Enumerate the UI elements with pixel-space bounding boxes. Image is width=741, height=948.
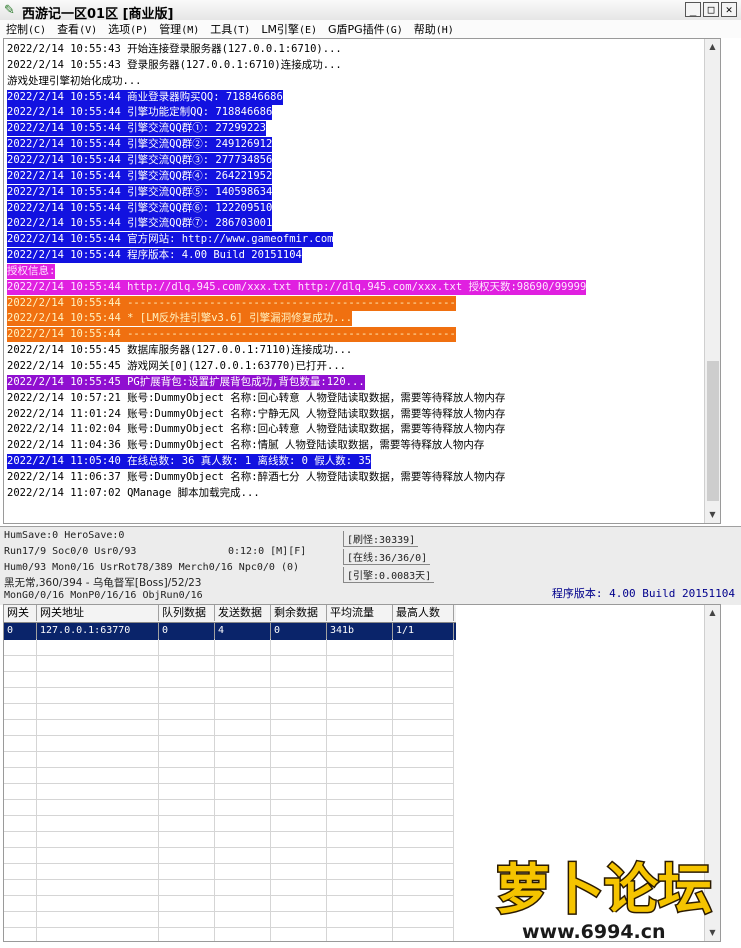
log-line: 2022/2/14 10:55:44 http://dlq.945.com/xx… bbox=[7, 279, 587, 295]
table-cell: 341b bbox=[327, 623, 393, 639]
grid-line bbox=[4, 879, 454, 880]
maximize-button[interactable]: □ bbox=[703, 2, 719, 17]
log-line: 2022/2/14 10:55:44 官方网站: http://www.game… bbox=[7, 232, 334, 248]
close-button[interactable]: ✕ bbox=[721, 2, 737, 17]
log-line: 2022/2/14 10:55:44 程序版本: 4.00 Build 2015… bbox=[7, 248, 302, 264]
status-save: HumSave:0 HeroSave:0 bbox=[4, 530, 125, 541]
grid-line bbox=[4, 847, 454, 848]
minimize-button[interactable]: _ bbox=[685, 2, 701, 17]
watermark-logo: 萝卜论坛 www.6994.cn bbox=[488, 842, 740, 944]
log-line: 2022/2/14 11:01:24 账号:DummyObject 名称:宁静无… bbox=[7, 407, 506, 420]
log-line: 2022/2/14 10:55:44 引擎交流QQ群④: 264221952 bbox=[7, 168, 273, 184]
menu-item-1[interactable]: 查看(V) bbox=[51, 21, 102, 37]
status-refresh: [刷怪:30339] bbox=[343, 531, 419, 547]
status-panel: HumSave:0 HeroSave:0 Run17/9 Soc0/0 Usr0… bbox=[0, 526, 741, 605]
log-line: 2022/2/14 10:57:21 账号:DummyObject 名称:回心转… bbox=[7, 391, 506, 404]
table-cell: 0 bbox=[159, 623, 215, 639]
menu-bar: 控制(C) 查看(V) 选项(P) 管理(M) 工具(T) LM引擎(E) G盾PG插件(G… bbox=[0, 20, 741, 38]
grid-line bbox=[4, 895, 454, 896]
table-cell: 1/1 bbox=[393, 623, 454, 639]
log-scrollbar[interactable]: ▲ ▼ bbox=[704, 39, 720, 523]
scroll-down-icon[interactable]: ▼ bbox=[705, 507, 720, 523]
grid-line bbox=[4, 863, 454, 864]
log-line: 2022/2/14 10:55:44 引擎交流QQ群⑤: 140598634 bbox=[7, 184, 273, 200]
column-header[interactable]: 网关地址 bbox=[37, 605, 159, 621]
log-line: 2022/2/14 10:55:44 * [LM反外挂引擎v3.6] 引擎漏洞修… bbox=[7, 311, 353, 327]
log-line: 2022/2/14 10:55:44 引擎交流QQ群⑦: 286703001 bbox=[7, 216, 273, 232]
status-engine: [引擎:0.0083天] bbox=[343, 567, 435, 583]
grid-line bbox=[4, 767, 454, 768]
column-header[interactable]: 最高人数 bbox=[393, 605, 454, 621]
log-line: 2022/2/14 10:55:44 引擎交流QQ群②: 249126912 bbox=[7, 137, 273, 153]
menu-item-2[interactable]: 选项(P) bbox=[102, 21, 153, 37]
scroll-thumb[interactable] bbox=[707, 361, 719, 501]
grid-line bbox=[4, 655, 454, 656]
grid-line bbox=[4, 911, 454, 912]
log-line: 游戏处理引擎初始化成功... bbox=[7, 74, 142, 87]
column-header[interactable]: 队列数据 bbox=[159, 605, 215, 621]
status-mon: MonG0/0/16 MonP0/16/16 ObjRun0/16 bbox=[4, 590, 203, 601]
log-line: 2022/2/14 10:55:43 开始连接登录服务器(127.0.0.1:6… bbox=[7, 43, 342, 55]
menu-item-4[interactable]: 工具(T) bbox=[204, 21, 255, 37]
table-row[interactable]: 0 127.0.0.1:63770 0 4 0 341b 1/1 bbox=[4, 623, 456, 640]
watermark-url: www.6994.cn bbox=[522, 921, 666, 943]
table-cell: 127.0.0.1:63770 bbox=[37, 623, 159, 639]
log-line: 2022/2/14 11:07:02 QManage 脚本加载完成... bbox=[7, 486, 260, 499]
menu-item-6[interactable]: G盾PG插件(G) bbox=[322, 21, 408, 37]
log-line: 2022/2/14 11:04:36 账号:DummyObject 名称:情腻 … bbox=[7, 439, 485, 452]
grid-line bbox=[4, 735, 454, 736]
watermark-text: 萝卜论坛 bbox=[496, 858, 712, 921]
column-header[interactable]: 剩余数据 bbox=[271, 605, 327, 621]
log-line: 2022/2/14 10:55:44 商业登录器购买QQ: 718846686 bbox=[7, 89, 283, 105]
grid-line bbox=[4, 719, 454, 720]
log-line: 2022/2/14 11:05:40 在线总数: 36 真人数: 1 离线数: … bbox=[7, 454, 372, 470]
grid-line bbox=[4, 783, 454, 784]
log-line: 2022/2/14 10:55:44 ---------------------… bbox=[7, 295, 456, 311]
menu-item-3[interactable]: 管理(M) bbox=[153, 21, 204, 37]
grid-line bbox=[4, 831, 454, 832]
scroll-up-icon[interactable]: ▲ bbox=[705, 605, 720, 621]
column-header[interactable]: 发送数据 bbox=[215, 605, 271, 621]
table-cell: 0 bbox=[4, 623, 37, 639]
table-cell: 0 bbox=[271, 623, 327, 639]
log-line: 授权信息: bbox=[7, 263, 56, 279]
log-line: 2022/2/14 10:55:44 引擎交流QQ群③: 277734856 bbox=[7, 152, 273, 168]
status-run: Run17/9 Soc0/0 Usr0/93 bbox=[4, 546, 137, 557]
grid-line bbox=[4, 799, 454, 800]
grid-line bbox=[4, 703, 454, 704]
table-header: 网关 网关地址 队列数据 发送数据 剩余数据 平均流量 最高人数 bbox=[4, 605, 456, 623]
menu-item-7[interactable]: 帮助(H) bbox=[408, 21, 459, 37]
log-line: 2022/2/14 10:55:45 游戏网关[0](127.0.0.1:637… bbox=[7, 360, 347, 372]
status-timer: 0:12:0 [M][F] bbox=[228, 546, 307, 557]
menu-item-0[interactable]: 控制(C) bbox=[0, 21, 51, 37]
version-label: 程序版本: 4.00 Build 20151104 bbox=[551, 587, 735, 600]
log-line: 2022/2/14 10:55:44 ---------------------… bbox=[7, 327, 456, 343]
app-icon: ✎ bbox=[4, 3, 15, 18]
log-line: 2022/2/14 10:55:44 引擎功能定制QQ: 718846686 bbox=[7, 105, 273, 121]
log-line: 2022/2/14 11:02:04 账号:DummyObject 名称:回心转… bbox=[7, 423, 506, 436]
grid-line bbox=[4, 815, 454, 816]
column-header[interactable]: 网关 bbox=[4, 605, 37, 621]
status-online: [在线:36/36/0] bbox=[343, 549, 431, 565]
grid-line bbox=[4, 927, 454, 928]
log-line: 2022/2/14 10:55:45 PG扩展背包:设置扩展背包成功,背包数量:… bbox=[7, 374, 365, 390]
grid-line bbox=[4, 751, 454, 752]
log-panel[interactable]: ▲ ▼ 2022/2/14 10:55:43 开始连接登录服务器(127.0.0… bbox=[3, 38, 721, 524]
log-line: 2022/2/14 10:55:43 登录服务器(127.0.0.1:6710)… bbox=[7, 58, 342, 71]
grid-line bbox=[4, 671, 454, 672]
status-boss: 黑无常,360/394 - 乌龟督军[Boss]/52/23 bbox=[4, 577, 202, 589]
log-line: 2022/2/14 11:06:37 账号:DummyObject 名称:醉酒七… bbox=[7, 470, 506, 483]
grid-line bbox=[4, 687, 454, 688]
log-line: 2022/2/14 10:55:44 引擎交流QQ群①: 27299223 bbox=[7, 121, 266, 137]
status-counts: Hum0/93 Mon0/16 UsrRot78/389 Merch0/16 N… bbox=[4, 562, 300, 573]
scroll-up-icon[interactable]: ▲ bbox=[705, 39, 720, 55]
table-cell: 4 bbox=[215, 623, 271, 639]
log-line: 2022/2/14 10:55:45 数据库服务器(127.0.0.1:7110… bbox=[7, 344, 353, 357]
menu-item-5[interactable]: LM引擎(E) bbox=[255, 21, 322, 37]
column-header[interactable]: 平均流量 bbox=[327, 605, 393, 621]
log-line: 2022/2/14 10:55:44 引擎交流QQ群⑥: 122209510 bbox=[7, 200, 273, 216]
